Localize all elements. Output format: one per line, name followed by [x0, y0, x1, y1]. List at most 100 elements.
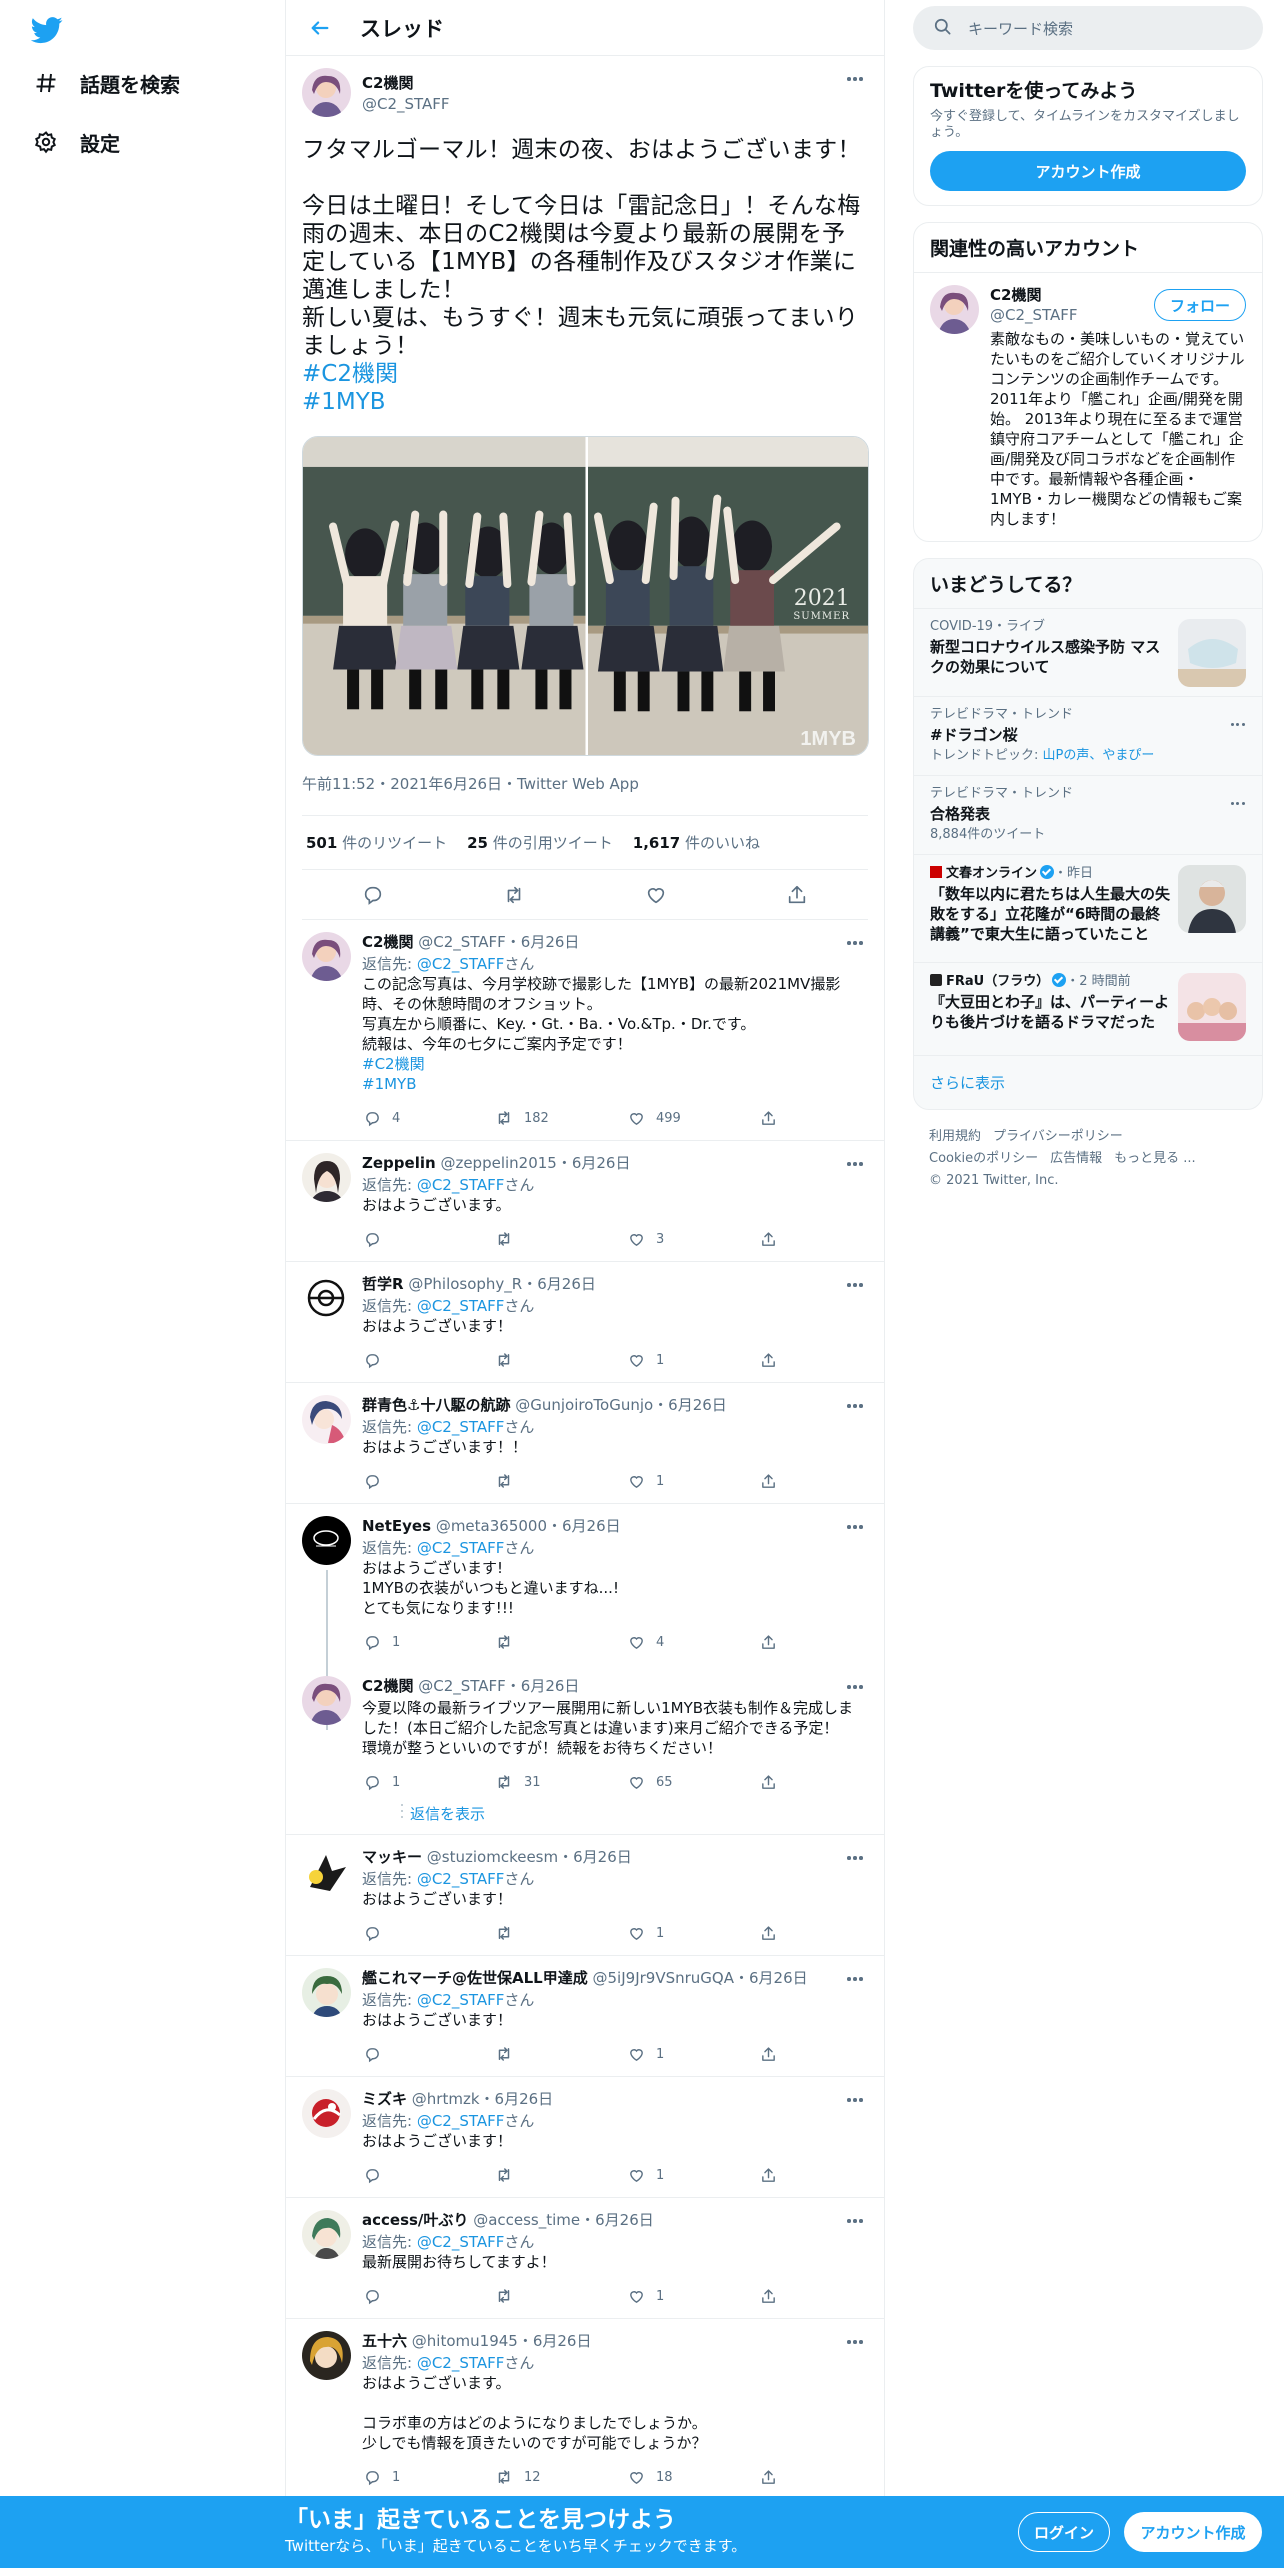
- quote-stat[interactable]: 25 件の引用ツイート: [467, 832, 613, 853]
- reply-author-name[interactable]: access/叶ぶり: [362, 2211, 468, 2229]
- like-button[interactable]: 65: [626, 1772, 758, 1792]
- reply-button[interactable]: 4: [362, 1108, 494, 1128]
- reply-to-link[interactable]: @C2_STAFF: [417, 2233, 505, 2251]
- reply-author-name[interactable]: 艦これマーチ@佐世保ALL甲達成: [362, 1969, 588, 1987]
- search-input[interactable]: キーワード検索: [968, 18, 1073, 39]
- share-button[interactable]: [758, 1229, 778, 1249]
- reply-author-handle[interactable]: @GunjoiroToGunjo: [515, 1396, 653, 1414]
- reply-tweet[interactable]: C2機関 @C2_STAFF・6月26日 返信先: @C2_STAFFさん この…: [286, 920, 884, 1141]
- reply-to-link[interactable]: @C2_STAFF: [417, 1176, 505, 1194]
- reply-to-link[interactable]: @C2_STAFF: [417, 1539, 505, 1557]
- tweet-media[interactable]: 2021 SUMMER 1MYB: [302, 436, 869, 756]
- author-handle[interactable]: @C2_STAFF: [362, 95, 450, 113]
- reply-button[interactable]: [362, 2165, 494, 2185]
- trend-item[interactable]: テレビドラマ・トレンド 合格発表 8,884件のツイート: [914, 776, 1262, 855]
- reply-date[interactable]: ・6月26日: [518, 2332, 592, 2350]
- like-button[interactable]: 1: [626, 2165, 758, 2185]
- reply-to-link[interactable]: @C2_STAFF: [417, 1991, 505, 2009]
- share-button[interactable]: [758, 1632, 778, 1652]
- reply-date[interactable]: ・6月26日: [734, 1969, 808, 1987]
- retweet-button[interactable]: 31: [494, 1772, 626, 1792]
- author-name[interactable]: C2機関: [362, 72, 450, 93]
- more-options-icon[interactable]: [842, 1847, 868, 1869]
- avatar[interactable]: [302, 932, 351, 981]
- reply-tweet[interactable]: 五十六 @hitomu1945・6月26日 返信先: @C2_STAFFさん お…: [286, 2319, 884, 2500]
- reply-author-name[interactable]: 群青色⚓十八駆の航跡: [362, 1396, 510, 1414]
- reply-button[interactable]: 1: [362, 2467, 494, 2487]
- retweet-button[interactable]: [494, 1471, 626, 1491]
- reply-author-name[interactable]: Zeppelin: [362, 1154, 436, 1172]
- media-photo-1[interactable]: [303, 437, 586, 755]
- reply-author-name[interactable]: C2機関: [362, 933, 413, 951]
- more-options-icon[interactable]: [1230, 790, 1246, 809]
- hashtag-link[interactable]: #C2機関: [302, 360, 868, 388]
- more-options-icon[interactable]: [842, 2210, 868, 2232]
- like-button[interactable]: 1: [626, 1923, 758, 1943]
- reply-button[interactable]: [362, 1229, 494, 1249]
- reply-author-name[interactable]: NetEyes: [362, 1517, 431, 1535]
- more-options-icon[interactable]: [1230, 711, 1246, 730]
- avatar[interactable]: [302, 2210, 351, 2259]
- reply-to-link[interactable]: @C2_STAFF: [417, 1418, 505, 1436]
- reply-button[interactable]: [362, 1350, 494, 1370]
- reply-to-link[interactable]: @C2_STAFF: [417, 1297, 505, 1315]
- reply-button[interactable]: 1: [362, 1772, 494, 1792]
- reply-icon[interactable]: [353, 875, 393, 915]
- reply-author-handle[interactable]: @Philosophy_R: [408, 1275, 522, 1293]
- footer-link[interactable]: 利用規約: [929, 1129, 981, 1144]
- show-replies-link[interactable]: 返信を表示: [401, 1800, 868, 1826]
- reply-author-handle[interactable]: @hrtmzk: [412, 2090, 480, 2108]
- more-options-icon[interactable]: [842, 68, 868, 90]
- show-more-link[interactable]: さらに表示: [914, 1055, 1262, 1109]
- retweet-button[interactable]: [494, 1229, 626, 1249]
- reply-author-handle[interactable]: @5iJ9Jr9VSnruGQA: [593, 1969, 734, 1987]
- share-button[interactable]: [758, 2165, 778, 2185]
- avatar[interactable]: [302, 1968, 351, 2017]
- more-options-icon[interactable]: [842, 932, 868, 954]
- avatar[interactable]: [302, 1395, 351, 1444]
- like-button[interactable]: 3: [626, 1229, 758, 1249]
- retweet-stat[interactable]: 501 件のリツイート: [306, 832, 447, 853]
- reply-date[interactable]: ・6月26日: [522, 1275, 596, 1293]
- share-button[interactable]: [758, 1108, 778, 1128]
- share-button[interactable]: [758, 1471, 778, 1491]
- reply-tweet[interactable]: NetEyes @meta365000・6月26日 返信先: @C2_STAFF…: [286, 1504, 884, 1730]
- trend-item[interactable]: テレビドラマ・トレンド #ドラゴン桜 トレンドトピック: 山Pの声、やまぴー: [914, 697, 1262, 776]
- reply-to-link[interactable]: @C2_STAFF: [417, 2354, 505, 2372]
- reply-author-handle[interactable]: @C2_STAFF: [418, 933, 506, 951]
- retweet-button[interactable]: [494, 2165, 626, 2185]
- more-options-icon[interactable]: [842, 1676, 868, 1698]
- hashtag-link[interactable]: #C2機関: [362, 1054, 868, 1074]
- avatar[interactable]: [302, 1516, 351, 1565]
- footer-link[interactable]: もっと見る ...: [1114, 1151, 1196, 1166]
- like-button[interactable]: 18: [626, 2467, 758, 2487]
- tweet-timestamp[interactable]: 午前11:52・2021年6月26日・Twitter Web App: [302, 773, 868, 793]
- retweet-button[interactable]: 182: [494, 1108, 626, 1128]
- share-button[interactable]: [758, 2286, 778, 2306]
- reply-date[interactable]: ・6月26日: [558, 1848, 632, 1866]
- avatar[interactable]: [302, 1274, 351, 1323]
- more-options-icon[interactable]: [842, 2089, 868, 2111]
- reply-to-link[interactable]: @C2_STAFF: [417, 955, 505, 973]
- search-bar[interactable]: キーワード検索: [913, 6, 1263, 50]
- reply-tweet[interactable]: C2機関 @C2_STAFF・6月26日 今夏以降の最新ライブツアー展開用に新し…: [286, 1664, 884, 1835]
- reply-author-name[interactable]: ミズキ: [362, 2090, 407, 2108]
- back-arrow-icon[interactable]: [302, 10, 338, 46]
- hashtag-link[interactable]: #1MYB: [362, 1074, 868, 1094]
- nav-settings[interactable]: 設定: [30, 117, 120, 167]
- avatar[interactable]: [302, 1676, 351, 1725]
- reply-author-handle[interactable]: @access_time: [473, 2211, 580, 2229]
- reply-author-handle[interactable]: @C2_STAFF: [418, 1677, 506, 1695]
- reply-tweet[interactable]: 艦これマーチ@佐世保ALL甲達成 @5iJ9Jr9VSnruGQA・6月26日 …: [286, 1956, 884, 2077]
- reply-button[interactable]: [362, 1923, 494, 1943]
- retweet-button[interactable]: 12: [494, 2467, 626, 2487]
- more-options-icon[interactable]: [842, 1516, 868, 1538]
- retweet-button[interactable]: [494, 1350, 626, 1370]
- reply-button[interactable]: [362, 2286, 494, 2306]
- nav-explore[interactable]: 話題を検索: [30, 58, 180, 108]
- reply-date[interactable]: ・6月26日: [580, 2211, 654, 2229]
- like-button[interactable]: 1: [626, 1350, 758, 1370]
- reply-button[interactable]: [362, 2044, 494, 2064]
- more-options-icon[interactable]: [842, 1153, 868, 1175]
- reply-tweet[interactable]: access/叶ぶり @access_time・6月26日 返信先: @C2_S…: [286, 2198, 884, 2319]
